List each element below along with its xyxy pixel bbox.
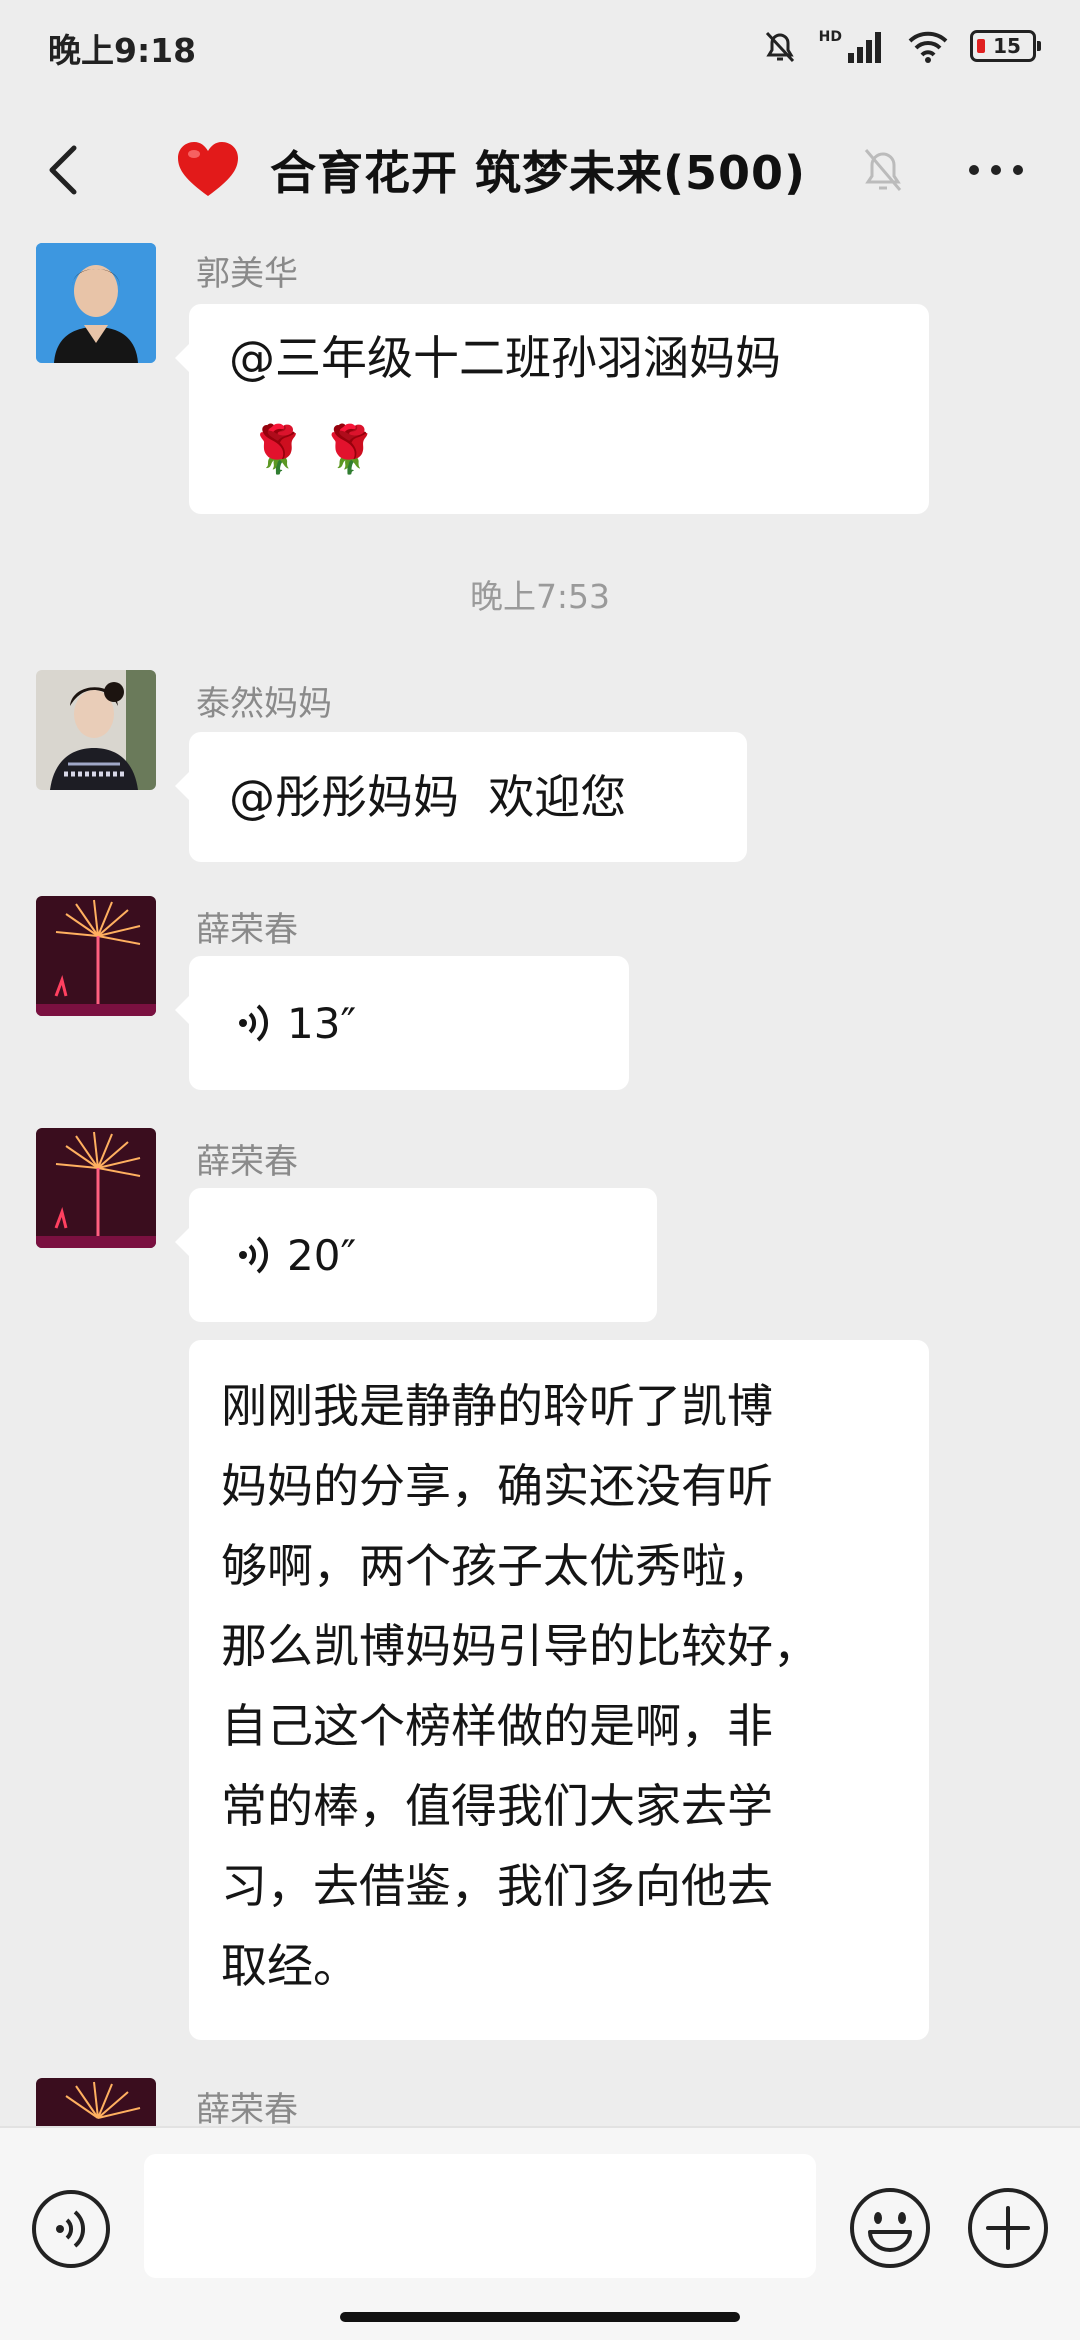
avatar[interactable] <box>36 1128 156 1248</box>
heart-icon <box>178 142 238 196</box>
network-hd-label: HD <box>818 29 842 45</box>
avatar[interactable] <box>36 243 156 363</box>
plus-icon[interactable] <box>966 2186 1050 2270</box>
avatar[interactable] <box>36 896 156 1016</box>
more-dots-icon[interactable] <box>964 150 1028 190</box>
message-list[interactable]: 郭美华 @三年级十二班孙羽涵妈妈 🌹 🌹 晚上7:53 泰然妈妈 @彤彤妈妈 欢… <box>0 240 1080 2126</box>
input-bar <box>0 2126 1080 2340</box>
message-line: 刚刚我是静静的聆听了凯博 <box>221 1379 773 1433</box>
sender-name: 薛荣春 <box>196 2090 298 2126</box>
status-time: 晚上9:18 <box>48 31 197 70</box>
status-bar: 晚上9:18 HD 15 <box>0 0 1080 92</box>
sender-name: 薛荣春 <box>196 1142 298 1182</box>
message-bubble[interactable]: @彤彤妈妈 欢迎您 <box>175 732 747 862</box>
message-line: 妈妈的分享，确实还没有听 <box>221 1459 773 1513</box>
avatar[interactable] <box>36 2078 156 2126</box>
battery-level: 15 <box>993 34 1021 58</box>
message-line: 习，去借鉴，我们多向他去 <box>221 1859 773 1913</box>
message-text: @彤彤妈妈 欢迎您 <box>229 770 627 824</box>
sender-name: 泰然妈妈 <box>196 684 332 724</box>
emoji-icon[interactable] <box>848 2186 932 2270</box>
message-bubble[interactable]: 刚刚我是静静的聆听了凯博 妈妈的分享，确实还没有听 够啊，两个孩子太优秀啦， 那… <box>189 1340 929 2040</box>
timestamp: 晚上7:53 <box>469 577 611 616</box>
alarm-off-icon <box>765 31 794 63</box>
home-indicator[interactable] <box>340 2312 740 2322</box>
message-bubble[interactable]: @三年级十二班孙羽涵妈妈 🌹 🌹 <box>175 304 929 514</box>
message-text: @三年级十二班孙羽涵妈妈 <box>229 331 781 385</box>
battery-icon: 15 <box>970 30 1041 62</box>
message-emoji: 🌹 🌹 <box>249 422 379 476</box>
voice-duration: 13″ <box>287 998 357 1048</box>
bell-off-icon <box>864 149 902 191</box>
signal-icon <box>848 32 881 63</box>
sender-name: 郭美华 <box>196 254 298 294</box>
chat-title-area[interactable]: 合育花开 筑梦未来(500) <box>176 130 806 210</box>
voice-content: 20″ <box>237 1188 356 1322</box>
voice-message[interactable]: 13″ <box>175 956 629 1090</box>
voice-icon <box>239 1236 269 1274</box>
voice-duration: 20″ <box>287 1230 357 1280</box>
voice-icon <box>239 1004 269 1042</box>
message-line: 那么凯博妈妈引导的比较好， <box>221 1619 819 1673</box>
message-line: 取经。 <box>221 1939 359 1993</box>
message-line: 常的棒，值得我们大家去学 <box>221 1779 773 1833</box>
voice-icon[interactable] <box>30 2188 112 2270</box>
message-line: 够啊，两个孩子太优秀啦， <box>221 1539 773 1593</box>
voice-content: 13″ <box>237 956 356 1090</box>
message-line: 自己这个榜样做的是啊，非 <box>221 1699 773 1753</box>
chat-header: 合育花开 筑梦未来(500) <box>0 120 1080 220</box>
chat-title: 合育花开 筑梦未来(500) <box>270 146 807 200</box>
sender-name: 薛荣春 <box>196 910 298 950</box>
wifi-icon <box>908 31 948 63</box>
voice-message[interactable]: 20″ <box>175 1188 657 1322</box>
chevron-left-icon[interactable] <box>36 134 96 206</box>
message-input[interactable] <box>144 2154 816 2278</box>
message-text: 刚刚我是静静的聆听了凯博 妈妈的分享，确实还没有听 够啊，两个孩子太优秀啦， 那… <box>221 1366 921 2006</box>
status-icons: HD 15 <box>761 22 1041 70</box>
avatar[interactable] <box>36 670 156 790</box>
